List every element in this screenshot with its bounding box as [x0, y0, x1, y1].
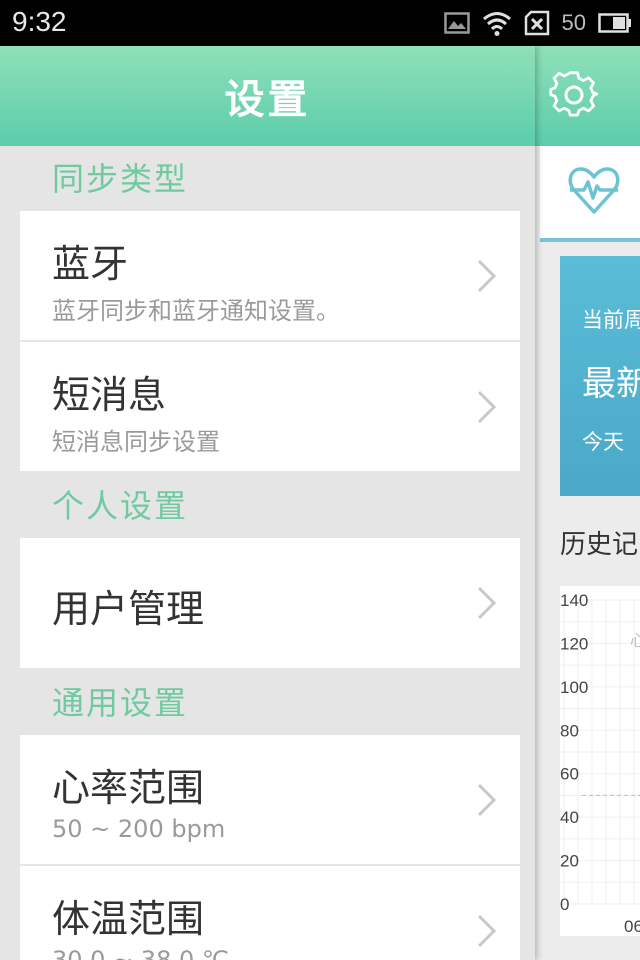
settings-item-temperature-range[interactable]: 体温范围 30.0 ~ 38.0 ℃ [20, 866, 520, 960]
item-title: 蓝牙 [52, 242, 129, 286]
current-status-card: 当前周 最新 今天 [560, 256, 640, 496]
chart-y-tick-label: 80 [560, 721, 579, 740]
chart-y-tick-label: 20 [560, 852, 579, 871]
chevron-right-icon [477, 914, 497, 947]
history-label: 历史记 [560, 530, 639, 560]
chart-y-tick-label: 60 [560, 765, 579, 784]
drawer-header: 设置 [0, 46, 535, 146]
chart-y-tick-label: 0 [560, 895, 569, 914]
status-icons: 50 [443, 8, 632, 38]
settings-item-user-management[interactable]: 用户管理 [20, 538, 520, 670]
battery-level: 50 [561, 10, 586, 35]
settings-item-heart-rate-range[interactable]: 心率范围 50 ~ 200 bpm [20, 735, 520, 866]
chevron-right-icon [477, 259, 497, 292]
section-label-personal: 个人设置 [52, 487, 189, 525]
card-line-1: 当前周 [582, 308, 640, 332]
drawer-title: 设置 [224, 77, 311, 123]
main-screen-background: 当前周 最新 今天 历史记 140 120 100 80 60 40 20 0 心 06 [535, 46, 640, 960]
item-subtitle: 蓝牙同步和蓝牙通知设置。 [52, 297, 340, 325]
no-sim-icon [524, 10, 549, 36]
settings-item-bluetooth[interactable]: 蓝牙 蓝牙同步和蓝牙通知设置。 [20, 211, 520, 342]
chart-series-label: 心 [630, 631, 640, 650]
chart-y-tick-label: 100 [560, 678, 588, 697]
chevron-right-icon [477, 586, 497, 620]
history-chart-svg: 140 120 100 80 60 40 20 0 心 06 [560, 591, 640, 936]
section-label-sync-type: 同步类型 [52, 160, 189, 198]
item-title: 体温范围 [52, 897, 205, 941]
item-subtitle: 短消息同步设置 [52, 428, 220, 456]
chevron-right-icon [477, 390, 497, 423]
item-subtitle: 50 ~ 200 bpm [52, 815, 226, 843]
item-title: 心率范围 [52, 766, 205, 810]
wifi-icon [482, 12, 511, 36]
main-header [535, 46, 640, 146]
chart-y-tick-label: 40 [560, 808, 579, 827]
item-title: 用户管理 [52, 587, 205, 631]
settings-gear-icon[interactable] [549, 70, 599, 120]
main-tabbar [540, 146, 640, 242]
status-time: 9:32 [12, 6, 67, 37]
item-subtitle: 30.0 ~ 38.0 ℃ [52, 946, 229, 960]
item-title: 短消息 [52, 373, 167, 417]
card-line-2: 最新 [582, 364, 640, 404]
card-line-3: 今天 [582, 430, 624, 454]
history-chart: 140 120 100 80 60 40 20 0 心 06 [560, 586, 640, 936]
chart-y-tick-label: 140 [560, 591, 588, 610]
chevron-right-icon [477, 783, 497, 816]
status-bar: 9:32 50 [0, 0, 640, 46]
battery-icon [598, 13, 631, 33]
settings-item-sms[interactable]: 短消息 短消息同步设置 [20, 342, 520, 473]
section-label-general: 通用设置 [52, 684, 189, 722]
chart-x-tick-label: 06 [624, 917, 640, 936]
image-icon [443, 12, 470, 34]
heart-rate-icon[interactable] [566, 162, 622, 218]
settings-drawer: 设置 同步类型 蓝牙 蓝牙同步和蓝牙通知设置。 短消息 短消息同步设置 个人设置… [0, 46, 535, 960]
chart-y-tick-label: 120 [560, 634, 588, 653]
